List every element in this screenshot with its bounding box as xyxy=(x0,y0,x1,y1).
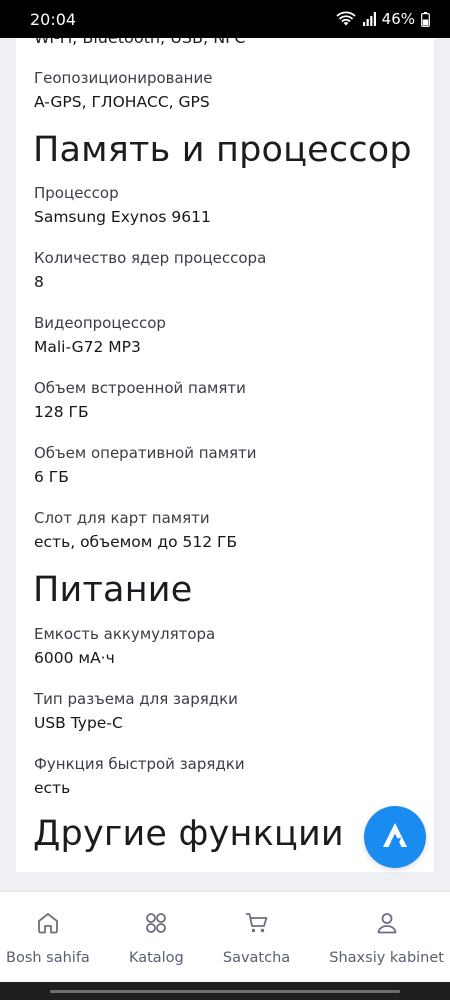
bottom-navigation: Bosh sahifa Katalog Savatcha Shaxsiy kab… xyxy=(0,891,450,982)
spec-label: Функция быстрой зарядки xyxy=(34,755,245,773)
spec-value: Samsung Exynos 9611 xyxy=(34,208,211,226)
cart-icon xyxy=(244,910,270,936)
spec-connector: Тип разъема для зарядки USB Type-C xyxy=(34,689,238,733)
brand-logo-icon xyxy=(380,820,410,854)
assistant-button[interactable] xyxy=(364,806,426,868)
section-title-memory: Память и процессор xyxy=(33,130,412,170)
spec-label: Процессор xyxy=(34,184,119,202)
spec-value: Mali-G72 MP3 xyxy=(34,338,141,356)
battery-icon xyxy=(421,11,430,27)
nav-label: Shaxsiy kabinet xyxy=(329,950,444,966)
spec-ram: Объем оперативной памяти 6 ГБ xyxy=(34,443,257,487)
user-icon xyxy=(374,910,400,936)
nav-item-cart[interactable]: Savatcha xyxy=(223,892,290,982)
home-indicator[interactable] xyxy=(50,990,400,993)
nav-item-catalog[interactable]: Katalog xyxy=(129,892,184,982)
spec-label: Количество ядер процессора xyxy=(34,249,267,267)
wifi-icon xyxy=(336,11,356,27)
home-icon xyxy=(35,910,61,936)
spec-gpu: Видеопроцессор Mali-G72 MP3 xyxy=(34,313,166,357)
spec-value: A-GPS, ГЛОНАСС, GPS xyxy=(34,93,210,111)
grid-icon xyxy=(143,910,169,936)
spec-label: Объем встроенной памяти xyxy=(34,379,246,397)
nav-label: Bosh sahifa xyxy=(6,950,90,966)
status-time: 20:04 xyxy=(30,9,77,29)
nav-item-account[interactable]: Shaxsiy kabinet xyxy=(329,892,444,982)
spec-cores: Количество ядер процессора 8 xyxy=(34,248,266,292)
spec-storage: Объем встроенной памяти 128 ГБ xyxy=(34,378,246,422)
status-bar: 20:04 46% xyxy=(0,0,450,38)
spec-label: Объем оперативной памяти xyxy=(34,444,257,462)
spec-label: Видеопроцессор xyxy=(34,314,166,332)
spec-fast-charge: Функция быстрой зарядки есть xyxy=(34,754,245,798)
gesture-bar xyxy=(0,982,450,1000)
spec-value: 8 xyxy=(34,273,44,291)
battery-percent: 46% xyxy=(381,10,415,28)
spec-label: Емкость аккумулятора xyxy=(34,625,216,643)
nav-label: Savatcha xyxy=(222,950,291,966)
specs-card: Wi-Fi, Bluetooth, USB, NFC Геопозиционир… xyxy=(16,38,434,872)
nav-label: Katalog xyxy=(128,950,184,966)
spec-geolocation: Геопозиционирование A-GPS, ГЛОНАСС, GPS xyxy=(34,68,212,112)
spec-cpu: Процессор Samsung Exynos 9611 xyxy=(34,183,211,227)
signal-icon xyxy=(362,12,376,26)
spec-value: есть xyxy=(34,779,71,797)
spec-label: Тип разъема для зарядки xyxy=(34,690,238,708)
spec-label: Геопозиционирование xyxy=(34,69,213,87)
spec-value: 6000 мА·ч xyxy=(34,649,115,667)
spec-value-connectivity: Wi-Fi, Bluetooth, USB, NFC xyxy=(34,38,246,47)
spec-battery: Емкость аккумулятора 6000 мА·ч xyxy=(34,624,215,668)
spec-label: Слот для карт памяти xyxy=(34,509,210,527)
status-icons: 46% xyxy=(336,10,430,28)
spec-card-slot: Слот для карт памяти есть, объемом до 51… xyxy=(34,508,237,552)
spec-value: USB Type-C xyxy=(34,714,123,732)
spec-value: 128 ГБ xyxy=(34,403,89,421)
spec-value: 6 ГБ xyxy=(34,468,69,486)
nav-item-home[interactable]: Bosh sahifa xyxy=(6,892,90,982)
section-title-other: Другие функции xyxy=(33,814,344,854)
section-title-power: Питание xyxy=(33,570,193,610)
spec-value: есть, объемом до 512 ГБ xyxy=(34,533,238,551)
